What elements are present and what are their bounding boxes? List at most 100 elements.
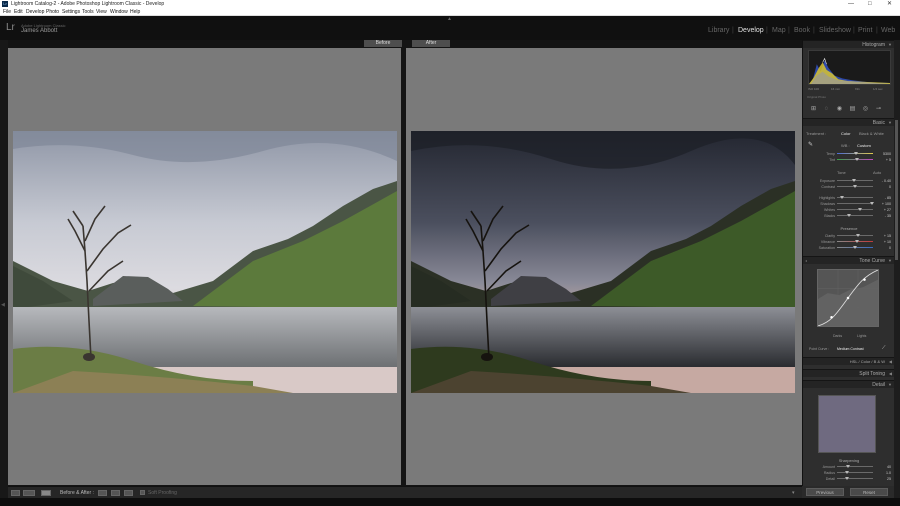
module-book[interactable]: Book [794, 27, 810, 34]
adjustment-brush-icon[interactable]: ⊸ [875, 106, 882, 113]
slider-track[interactable] [837, 466, 873, 467]
maximize-button[interactable]: □ [868, 0, 872, 8]
module-web[interactable]: Web [881, 27, 895, 34]
detail-preview[interactable] [818, 395, 876, 453]
wb-preset-select[interactable]: Custom [857, 143, 871, 148]
tone-auto-button[interactable]: Auto [873, 170, 881, 175]
menu-window[interactable]: Window [110, 8, 128, 16]
module-slideshow[interactable]: Slideshow [819, 27, 851, 34]
slider-knob[interactable] [852, 179, 856, 182]
slider-track[interactable] [837, 478, 873, 479]
slider-value[interactable]: 25 [875, 476, 891, 482]
wb-eyedropper-icon[interactable]: ✎ [808, 141, 813, 148]
after-photo[interactable] [411, 131, 795, 393]
close-button[interactable]: ✕ [887, 0, 892, 8]
copy-after-to-before-button[interactable] [98, 490, 107, 496]
soft-proofing-checkbox[interactable] [140, 490, 145, 495]
histogram[interactable] [808, 50, 891, 85]
tab-bw[interactable]: B & W [874, 359, 885, 364]
basic-header[interactable]: Basic ▼ [803, 118, 895, 126]
point-curve-select[interactable]: Medium Contrast [837, 347, 864, 351]
slider-knob[interactable] [853, 246, 857, 249]
slider-knob[interactable] [856, 234, 860, 237]
red-eye-icon[interactable]: ◉ [836, 106, 843, 113]
chevron-left-icon[interactable]: ◀ [889, 359, 892, 364]
menu-photo[interactable]: Photo [46, 8, 59, 16]
menu-view[interactable]: View [96, 8, 107, 16]
tint-slider[interactable]: Tint + 5 [803, 157, 895, 163]
slider-value[interactable]: 0 [875, 184, 891, 190]
menu-develop[interactable]: Develop [26, 8, 44, 16]
crop-tool-icon[interactable]: ⊞ [810, 106, 817, 113]
slider-track[interactable] [837, 472, 873, 473]
slider-knob[interactable] [840, 196, 844, 199]
slider-value[interactable]: - 35 [875, 213, 891, 219]
chevron-left-icon[interactable]: ◀ [889, 371, 892, 376]
before-photo[interactable] [13, 131, 397, 393]
slider-track[interactable] [837, 235, 873, 236]
slider-knob[interactable] [847, 214, 851, 217]
module-develop[interactable]: Develop [738, 27, 764, 34]
treatment-bw[interactable]: Black & White [859, 131, 884, 136]
previous-button[interactable]: Previous [806, 488, 844, 496]
toolbar-menu-chevron-icon[interactable]: ▾ [792, 490, 795, 496]
panel-switch-icon[interactable]: ◂ [805, 258, 807, 263]
menu-file[interactable]: File [3, 8, 11, 16]
split-toning-header[interactable]: Split Toning ◀ [803, 369, 895, 377]
detail-slider[interactable]: Detail 25 [803, 476, 895, 482]
chevron-down-icon[interactable]: ▼ [888, 382, 892, 387]
slider-knob[interactable] [846, 465, 850, 468]
slider-knob[interactable] [853, 185, 857, 188]
chevron-down-icon[interactable]: ▼ [888, 258, 892, 263]
copy-before-to-after-button[interactable] [111, 490, 120, 496]
module-print[interactable]: Print [858, 27, 872, 34]
slider-knob[interactable] [854, 152, 858, 155]
slider-track[interactable] [837, 215, 873, 216]
reset-button[interactable]: Reset [850, 488, 888, 496]
chevron-down-icon[interactable]: ▼ [888, 120, 892, 125]
chevron-down-icon[interactable]: ▼ [888, 42, 892, 47]
slider-value[interactable]: 0 [875, 245, 891, 251]
menu-settings[interactable]: Settings [62, 8, 80, 16]
curve-edit-icon[interactable]: ⟋ [882, 345, 886, 351]
treatment-color[interactable]: Color [841, 131, 851, 136]
right-panel-scrollbar[interactable] [894, 40, 900, 498]
slider-knob[interactable] [855, 240, 859, 243]
saturation-slider[interactable]: Saturation 0 [803, 245, 895, 251]
slider-track[interactable] [837, 209, 873, 210]
loupe-view-button[interactable] [11, 490, 20, 496]
slider-knob[interactable] [858, 208, 862, 211]
before-after-layout-button[interactable] [41, 490, 51, 496]
expand-left-panel-icon[interactable]: ◀ [1, 302, 5, 308]
collapse-top-panel-icon[interactable]: ▲ [447, 16, 452, 22]
slider-knob[interactable] [870, 202, 874, 205]
menu-edit[interactable]: Edit [14, 8, 23, 16]
contrast-slider[interactable]: Contrast 0 [803, 184, 895, 190]
slider-knob[interactable] [845, 477, 849, 480]
menu-help[interactable]: Help [130, 8, 140, 16]
blacks-slider[interactable]: Blacks - 35 [803, 213, 895, 219]
minimize-button[interactable]: — [848, 0, 854, 8]
spot-removal-icon[interactable]: ◌ [823, 106, 830, 113]
tone-curve-graph[interactable] [817, 269, 879, 327]
hsl-header[interactable]: HSL / Color / B & W ◀ [803, 357, 895, 365]
left-panel-collapsed[interactable]: ◀ [0, 40, 8, 498]
menu-tools[interactable]: Tools [82, 8, 94, 16]
tab-color[interactable]: Color [861, 359, 871, 364]
tone-curve-header[interactable]: ◂ Tone Curve ▼ [803, 256, 895, 264]
module-map[interactable]: Map [772, 27, 786, 34]
detail-header[interactable]: Detail ▼ [803, 380, 895, 388]
scrollbar-thumb[interactable] [895, 120, 898, 260]
tab-hsl[interactable]: HSL [850, 359, 858, 364]
filmstrip-collapsed[interactable] [0, 498, 900, 506]
radial-filter-icon[interactable]: ◎ [862, 106, 869, 113]
slider-value[interactable]: + 5 [875, 157, 891, 163]
graduated-filter-icon[interactable]: ▤ [849, 106, 856, 113]
module-library[interactable]: Library [708, 27, 729, 34]
histogram-header[interactable]: Histogram ▼ [803, 40, 895, 48]
compare-mode-button[interactable] [23, 490, 35, 496]
slider-knob[interactable] [855, 158, 859, 161]
swap-before-after-button[interactable] [124, 490, 133, 496]
slider-track[interactable] [837, 203, 873, 204]
slider-knob[interactable] [845, 471, 849, 474]
